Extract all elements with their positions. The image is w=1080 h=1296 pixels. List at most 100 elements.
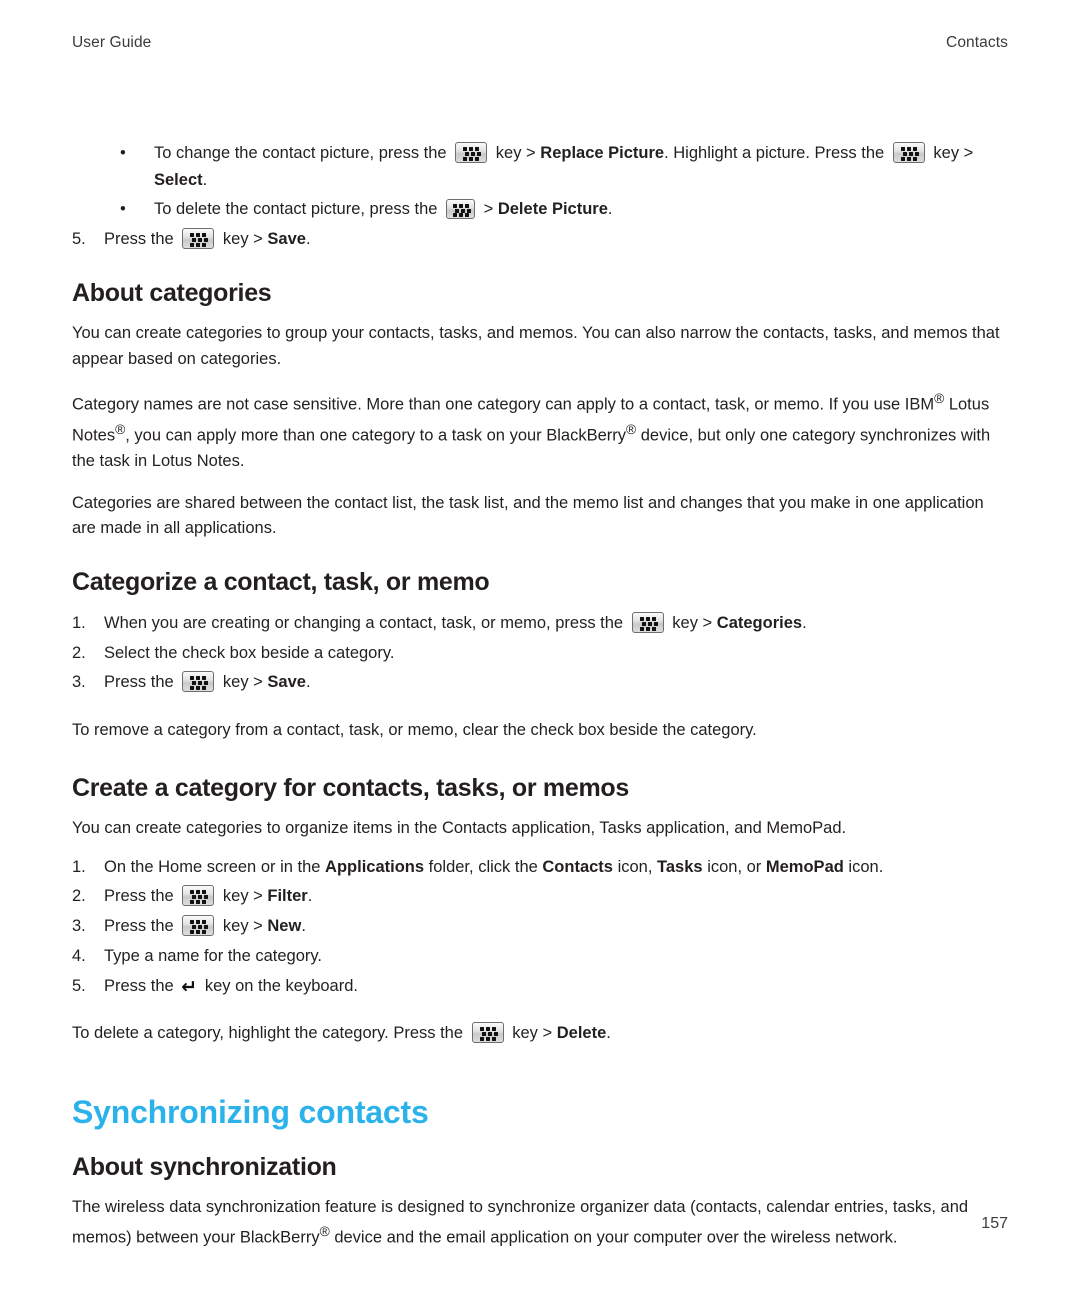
blackberry-menu-key-icon [471,1022,504,1044]
note-text-end: . [606,1024,611,1043]
step-number: 2. [72,887,86,906]
paragraph-part-3: , you can apply more than one category t… [125,426,627,445]
enter-key-icon: ↵ [181,976,198,998]
list-item: 4. Type a name for the category. [72,943,1008,970]
registered-mark: ® [626,421,637,437]
list-item: • To delete the contact picture, press t… [72,196,1008,223]
step-bold-new: New [267,917,302,936]
step-text-end: . [305,673,311,692]
note-text-mid: key > [512,1024,553,1043]
step-text-post: key on the keyboard. [204,976,358,995]
bullet-text-end: . [202,170,208,189]
running-head-right: Contacts [946,34,1008,51]
step-text-mid: key > [222,673,263,692]
bullet-dot: • [120,144,126,162]
step-text-pre: Press the [104,887,174,906]
note-bold-delete: Delete [556,1024,607,1043]
bullet-text-mid3: key > [933,144,974,162]
create-category-step-list: 1. On the Home screen or in the Applicat… [72,854,1008,1000]
step-bold-save: Save [267,230,306,249]
step-number: 2. [72,643,86,662]
step-number: 1. [72,857,86,876]
paragraph-about-categories-3: Categories are shared between the contac… [72,493,984,538]
list-item: 1. On the Home screen or in the Applicat… [72,854,1008,881]
step-bold-filter: Filter [267,887,308,906]
categorize-step-list: 1. When you are creating or changing a c… [72,610,1008,696]
step-bold-memopad: MemoPad [765,857,844,876]
blackberry-menu-key-icon [446,199,476,220]
step-text-mid: key > [672,614,713,633]
list-item: 2. Select the check box beside a categor… [72,640,1008,667]
paragraph-about-categories-1: You can create categories to group your … [72,323,1000,368]
heading-categorize: Categorize a contact, task, or memo [72,568,490,597]
step-bold-save: Save [267,673,306,692]
list-item: 1. When you are creating or changing a c… [72,610,1008,637]
heading-about-synchronization: About synchronization [72,1152,337,1181]
blackberry-menu-key-icon [892,142,925,163]
step-text-part-3: icon, [617,857,653,876]
bullet-text-pre: To change the contact picture, press the [154,144,447,162]
step-bold-applications: Applications [325,857,425,876]
step-text-part-4: icon, or [707,857,762,876]
running-head-left: User Guide [72,34,152,51]
step-number: 3. [72,673,86,692]
heading-create-category: Create a category for contacts, tasks, o… [72,773,629,802]
step-text-part-5: icon. [848,857,884,876]
step-text-mid: key > [222,887,263,906]
list-item: 3. Press the key > New. [72,913,1008,940]
continued-step-list: 5. Press the key > Save. [72,226,1008,253]
page-content: • To change the contact picture, press t… [72,140,1008,1267]
paragraph-part-1: Category names are not case sensitive. M… [72,395,935,414]
paragraph-categorize-note: To remove a category from a contact, tas… [72,721,757,740]
step-text-mid: key > [222,917,263,936]
blackberry-menu-key-icon [455,142,488,163]
step-text-pre: Press the [104,976,174,995]
heading-synchronizing-contacts: Synchronizing contacts [72,1093,429,1130]
blackberry-menu-key-icon [182,671,215,693]
step-text-pre: Select the check box beside a category. [104,643,395,662]
blackberry-menu-key-icon [182,915,215,937]
registered-mark: ® [934,391,945,407]
document-page: User Guide Contacts • To change the cont… [0,0,1080,1296]
page-number: 157 [981,1215,1008,1232]
bullet-text-mid: key > [495,144,536,162]
step-text-pre: Press the [104,230,174,249]
registered-mark: ® [115,421,126,437]
bullet-text-end: . [607,200,613,219]
heading-about-categories: About categories [72,278,272,307]
blackberry-menu-key-icon [182,885,215,907]
note-text-pre: To delete a category, highlight the cate… [72,1024,464,1043]
paragraph-about-categories-2: Category names are not case sensitive. M… [72,388,1008,474]
step-text-end: . [301,917,306,936]
step-number: 1. [72,614,86,633]
step-text-mid: key > [222,230,263,249]
bullet-bold-replace-picture: Replace Picture [540,144,665,162]
step-bold-categories: Categories [716,614,803,633]
step-number: 4. [72,946,86,965]
step-number: 5. [72,230,86,249]
step-text-end: . [802,614,807,633]
step-text-part-2: folder, click the [428,857,538,876]
bullet-text-pre: To delete the contact picture, press the [154,200,438,219]
list-item: 5. Press the ↵ key on the keyboard. [72,973,1008,1000]
step-bold-tasks: Tasks [657,857,703,876]
paragraph-create-category-intro: You can create categories to organize it… [72,818,847,837]
step-text-end: . [307,887,313,906]
blackberry-menu-key-icon [182,228,215,250]
step-text-pre: Press the [104,917,174,936]
step-number: 3. [72,917,86,936]
paragraph-create-category-note: To delete a category, highlight the cate… [72,1021,1008,1047]
step-text-pre: Press the [104,673,174,692]
list-item: • To change the contact picture, press t… [72,140,1008,193]
step-bold-contacts: Contacts [542,857,613,876]
step-number: 5. [72,976,86,995]
continued-bullet-list: • To change the contact picture, press t… [72,140,1008,223]
running-head: User Guide Contacts [72,34,1008,52]
step-text-pre: When you are creating or changing a cont… [104,614,624,633]
bullet-dot: • [120,200,126,219]
step-text-part-1: On the Home screen or in the [104,857,321,876]
list-item: 3. Press the key > Save. [72,669,1008,696]
list-item: 2. Press the key > Filter. [72,883,1008,910]
step-text-end: . [305,230,311,249]
bullet-bold-select: Select [154,170,203,189]
